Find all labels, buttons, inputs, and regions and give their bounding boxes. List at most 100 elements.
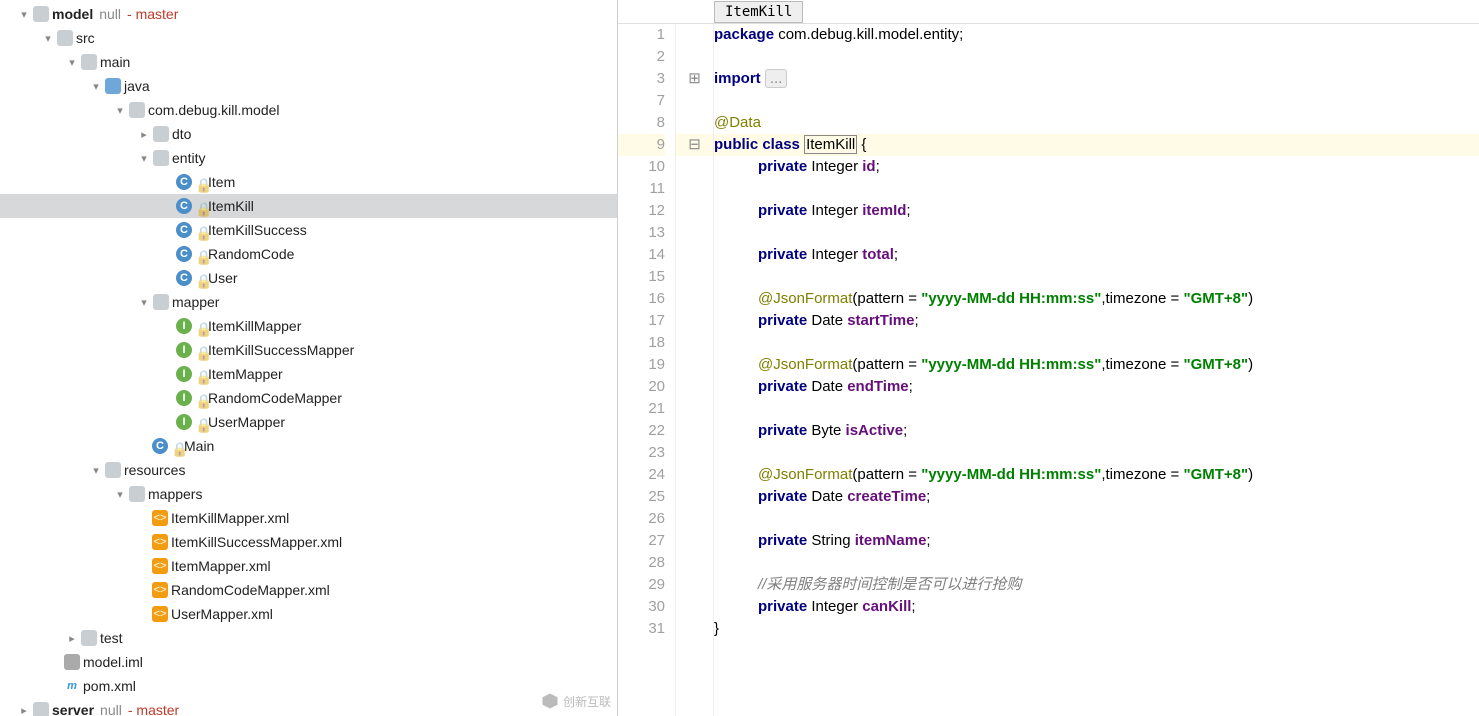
code-lines[interactable]: package com.debug.kill.model.entity; imp… [714,24,1479,716]
tree-node-class-itemkillsuccess[interactable]: C 🔒 ItemKillSuccess [0,218,617,242]
tree-node-interface[interactable]: I 🔒 ItemMapper [0,362,617,386]
tree-label: ItemKillSuccess [208,222,307,238]
tree-node-interface[interactable]: I 🔒 ItemKillSuccessMapper [0,338,617,362]
lock-icon: 🔒 [195,393,205,403]
collapse-icon[interactable]: ▾ [64,54,80,70]
file-icon [64,654,80,670]
tree-label: ItemMapper.xml [171,558,271,574]
tree-node-main[interactable]: ▾ main [0,50,617,74]
class-icon: C [152,438,168,454]
tree-node-server[interactable]: ▸ server null - master [0,698,617,716]
tree-node-pom[interactable]: m pom.xml [0,674,617,698]
tree-label: ItemMapper [208,366,283,382]
lock-icon: 🔒 [195,177,205,187]
tree-node-dto[interactable]: ▸ dto [0,122,617,146]
project-tree-pane: ▾ model null - master ▾ src ▾ main ▾ jav… [0,0,617,716]
lock-icon: 🔒 [195,201,205,211]
folder-icon [81,630,97,646]
xml-icon: <> [152,510,168,526]
xml-icon: <> [152,534,168,550]
tree-node-interface[interactable]: I 🔒 RandomCodeMapper [0,386,617,410]
tree-label: Main [184,438,214,454]
tree-label: src [76,30,95,46]
tree-node-class-item[interactable]: C 🔒 Item [0,170,617,194]
vcs-tag: null [99,6,121,22]
expand-icon[interactable]: ▸ [136,126,152,142]
class-icon: C [176,222,192,238]
tree-label: ItemKill [208,198,254,214]
tree-node-model[interactable]: ▾ model null - master [0,2,617,26]
interface-icon: I [176,366,192,382]
folder-icon [57,30,73,46]
expand-icon[interactable]: ▸ [64,630,80,646]
tree-node-resources[interactable]: ▾ resources [0,458,617,482]
lock-icon: 🔒 [195,273,205,283]
tree-label: entity [172,150,205,166]
tree-node-entity[interactable]: ▾ entity [0,146,617,170]
tree-node-xml[interactable]: <> RandomCodeMapper.xml [0,578,617,602]
fold-expand-icon[interactable]: ⊞ [676,68,713,90]
tree-node-java[interactable]: ▾ java [0,74,617,98]
tree-label: Item [208,174,235,190]
package-icon [153,150,169,166]
tree-label: User [208,270,238,286]
xml-icon: <> [152,582,168,598]
collapse-icon[interactable]: ▾ [88,78,104,94]
lock-icon: 🔒 [195,249,205,259]
class-icon: C [176,174,192,190]
vcs-branch: - master [128,702,179,716]
package-icon [129,102,145,118]
tree-node-iml[interactable]: model.iml [0,650,617,674]
collapse-icon[interactable]: ▾ [112,102,128,118]
tree-label: RandomCodeMapper [208,390,342,406]
tree-node-xml[interactable]: <> UserMapper.xml [0,602,617,626]
tree-label: server [52,702,94,716]
import-fold[interactable]: ... [765,69,788,88]
tree-node-mappers-folder[interactable]: ▾ mappers [0,482,617,506]
tree-node-class-itemkill[interactable]: C 🔒 ItemKill [0,194,617,218]
tree-node-interface[interactable]: I 🔒 UserMapper [0,410,617,434]
tree-node-class-user[interactable]: C 🔒 User [0,266,617,290]
lock-icon: 🔒 [195,417,205,427]
collapse-icon[interactable]: ▾ [136,294,152,310]
expand-icon[interactable]: ▸ [16,702,32,716]
breadcrumb-class[interactable]: ItemKill [714,1,803,23]
tree-node-src[interactable]: ▾ src [0,26,617,50]
tree-label: ItemKillMapper.xml [171,510,289,526]
tree-node-mapper[interactable]: ▾ mapper [0,290,617,314]
tree-label: ItemKillMapper [208,318,301,334]
class-icon: C [176,246,192,262]
tree-label: mapper [172,294,219,310]
tree-label: pom.xml [83,678,136,694]
maven-icon: m [64,678,80,694]
collapse-icon[interactable]: ▾ [112,486,128,502]
caret-selection: ItemKill [804,135,857,154]
lock-icon: 🔒 [195,345,205,355]
tree-label: RandomCodeMapper.xml [171,582,330,598]
tree-node-xml[interactable]: <> ItemMapper.xml [0,554,617,578]
tree-node-package[interactable]: ▾ com.debug.kill.model [0,98,617,122]
fold-collapse-icon[interactable]: ⊟ [676,134,713,156]
tree-node-xml[interactable]: <> ItemKillMapper.xml [0,506,617,530]
vcs-tag: null [100,702,122,716]
tree-label: model [52,6,93,22]
tree-node-xml[interactable]: <> ItemKillSuccessMapper.xml [0,530,617,554]
tree-label: UserMapper [208,414,285,430]
lock-icon: 🔒 [195,225,205,235]
tree-label: ItemKillSuccessMapper.xml [171,534,342,550]
tree-node-interface[interactable]: I 🔒 ItemKillMapper [0,314,617,338]
lock-icon: 🔒 [171,441,181,451]
module-icon [33,6,49,22]
collapse-icon[interactable]: ▾ [16,6,32,22]
vcs-branch: - master [127,6,178,22]
tree-node-test[interactable]: ▸ test [0,626,617,650]
collapse-icon[interactable]: ▾ [40,30,56,46]
collapse-icon[interactable]: ▾ [136,150,152,166]
package-icon [153,294,169,310]
tree-node-main-class[interactable]: C 🔒 Main [0,434,617,458]
tree-node-class-randomcode[interactable]: C 🔒 RandomCode [0,242,617,266]
resources-folder-icon [105,462,121,478]
collapse-icon[interactable]: ▾ [88,462,104,478]
code-area[interactable]: 1 2 3 7 8 9 10 11 12 13 14 15 16 17 18 1… [618,24,1479,716]
source-folder-icon [105,78,121,94]
